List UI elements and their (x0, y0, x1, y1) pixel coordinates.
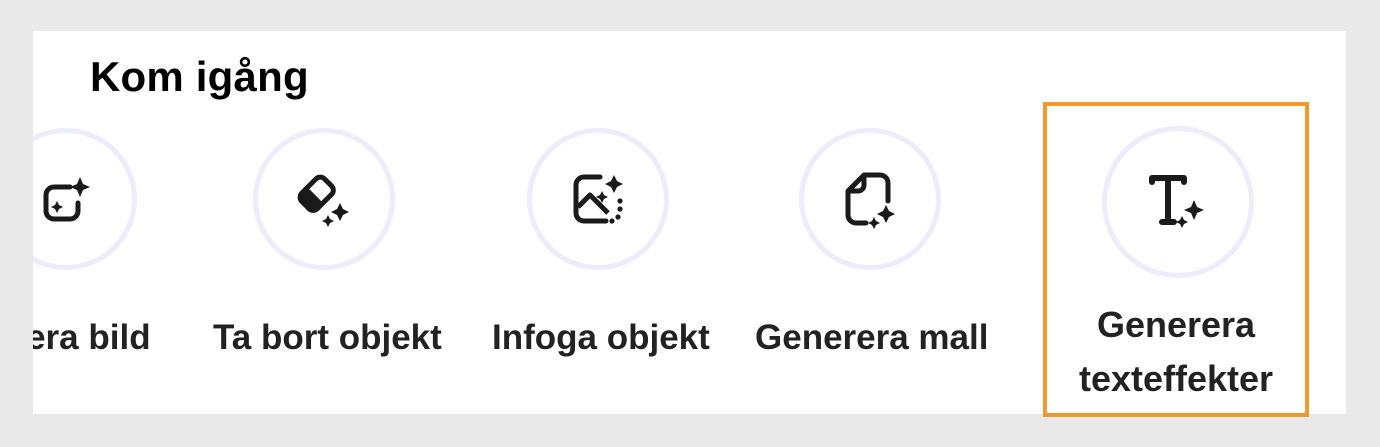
image-insert-sparkle-icon (573, 174, 623, 224)
image-sparkle-icon (43, 177, 90, 222)
generate-text-effects-button[interactable] (1102, 126, 1254, 278)
insert-object-label: Infoga objekt (492, 318, 710, 357)
action-generate-text-effects[interactable]: Generera texteffekter (1043, 102, 1309, 417)
generate-image-button[interactable] (33, 128, 137, 270)
remove-object-label: Ta bort objekt (213, 318, 442, 357)
text-sparkle-icon (1149, 175, 1204, 228)
remove-object-button[interactable] (253, 128, 395, 270)
generate-image-label: erera bild (33, 318, 151, 357)
template-sparkle-icon (845, 172, 895, 229)
generate-template-label: Generera mall (755, 318, 989, 357)
eraser-sparkle-icon (297, 174, 349, 227)
insert-object-button[interactable] (527, 128, 669, 270)
generate-text-effects-label: Generera texteffekter (1078, 304, 1274, 399)
section-title: Kom igång (90, 53, 309, 100)
generate-template-button[interactable] (799, 128, 941, 270)
